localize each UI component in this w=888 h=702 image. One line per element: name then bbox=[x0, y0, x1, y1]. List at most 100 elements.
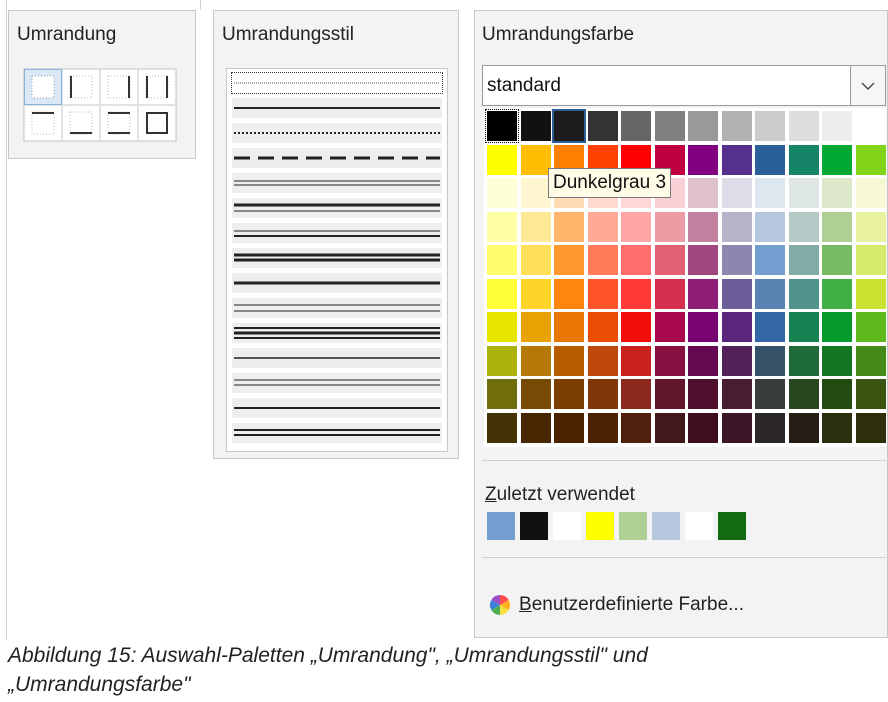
color-swatch[interactable] bbox=[721, 312, 752, 342]
color-swatch[interactable] bbox=[654, 412, 685, 443]
color-swatch[interactable] bbox=[788, 178, 819, 208]
color-swatch[interactable] bbox=[520, 178, 551, 208]
color-swatch[interactable] bbox=[755, 278, 785, 309]
color-swatch[interactable] bbox=[587, 379, 618, 409]
border-preset-left[interactable] bbox=[62, 69, 100, 105]
color-swatch[interactable] bbox=[822, 412, 852, 443]
color-swatch[interactable] bbox=[755, 245, 785, 275]
color-swatch[interactable] bbox=[822, 345, 852, 376]
color-swatch[interactable] bbox=[487, 312, 517, 342]
color-swatch[interactable] bbox=[822, 178, 852, 208]
color-swatch[interactable] bbox=[855, 412, 886, 443]
color-swatch[interactable] bbox=[587, 312, 618, 342]
border-style-option[interactable] bbox=[232, 423, 442, 443]
color-swatch[interactable] bbox=[654, 278, 685, 309]
border-style-option[interactable] bbox=[232, 173, 442, 193]
border-preset-box[interactable] bbox=[138, 105, 176, 141]
recent-color-swatch[interactable] bbox=[520, 512, 548, 540]
color-swatch[interactable] bbox=[721, 412, 752, 443]
color-swatch[interactable] bbox=[554, 278, 584, 309]
color-swatch[interactable] bbox=[721, 379, 752, 409]
color-swatch[interactable] bbox=[855, 245, 886, 275]
color-swatch[interactable] bbox=[822, 379, 852, 409]
color-swatch[interactable] bbox=[554, 245, 584, 275]
color-swatch[interactable] bbox=[755, 211, 785, 242]
border-style-option[interactable] bbox=[232, 123, 442, 143]
color-swatch[interactable] bbox=[520, 111, 551, 141]
color-swatch[interactable] bbox=[688, 312, 718, 342]
color-swatch[interactable] bbox=[485, 109, 519, 143]
color-swatch[interactable] bbox=[721, 245, 752, 275]
color-swatch[interactable] bbox=[688, 278, 718, 309]
color-swatch[interactable] bbox=[755, 111, 785, 141]
color-swatch[interactable] bbox=[621, 278, 651, 309]
color-swatch[interactable] bbox=[788, 245, 819, 275]
border-style-option[interactable] bbox=[232, 148, 442, 168]
color-swatch[interactable] bbox=[520, 245, 551, 275]
color-swatch[interactable] bbox=[487, 211, 517, 242]
color-swatch[interactable] bbox=[755, 345, 785, 376]
color-swatch[interactable] bbox=[688, 345, 718, 376]
color-swatch[interactable] bbox=[621, 245, 651, 275]
color-swatch[interactable] bbox=[755, 178, 785, 208]
color-swatch[interactable] bbox=[621, 379, 651, 409]
color-swatch[interactable] bbox=[788, 379, 819, 409]
color-swatch[interactable] bbox=[822, 278, 852, 309]
color-swatch[interactable] bbox=[520, 278, 551, 309]
color-swatch[interactable] bbox=[788, 345, 819, 376]
color-swatch[interactable] bbox=[654, 312, 685, 342]
border-preset-top[interactable] bbox=[24, 105, 62, 141]
color-swatch[interactable] bbox=[688, 412, 718, 443]
palette-dropdown-button[interactable] bbox=[850, 66, 885, 105]
color-swatch[interactable] bbox=[721, 211, 752, 242]
color-swatch[interactable] bbox=[520, 211, 551, 242]
border-preset-top-bottom[interactable] bbox=[100, 105, 138, 141]
color-swatch[interactable] bbox=[788, 111, 819, 141]
border-preset-right[interactable] bbox=[100, 69, 138, 105]
color-swatch[interactable] bbox=[587, 245, 618, 275]
color-swatch[interactable] bbox=[688, 245, 718, 275]
color-swatch[interactable] bbox=[822, 144, 852, 175]
color-swatch[interactable] bbox=[855, 345, 886, 376]
color-swatch[interactable] bbox=[587, 278, 618, 309]
color-swatch[interactable] bbox=[487, 345, 517, 376]
color-swatch[interactable] bbox=[621, 412, 651, 443]
color-swatch[interactable] bbox=[855, 211, 886, 242]
color-swatch[interactable] bbox=[855, 144, 886, 175]
color-swatch[interactable] bbox=[554, 312, 584, 342]
color-swatch[interactable] bbox=[554, 345, 584, 376]
border-style-option[interactable] bbox=[232, 323, 442, 343]
recent-color-swatch[interactable] bbox=[619, 512, 647, 540]
border-style-option[interactable] bbox=[232, 398, 442, 418]
color-swatch[interactable] bbox=[654, 379, 685, 409]
color-swatch[interactable] bbox=[721, 345, 752, 376]
color-swatch[interactable] bbox=[552, 109, 586, 143]
border-preset-none[interactable] bbox=[24, 69, 62, 105]
color-swatch[interactable] bbox=[520, 379, 551, 409]
color-swatch[interactable] bbox=[855, 278, 886, 309]
border-style-option[interactable] bbox=[232, 298, 442, 318]
color-swatch[interactable] bbox=[587, 211, 618, 242]
color-swatch[interactable] bbox=[822, 211, 852, 242]
color-swatch[interactable] bbox=[788, 412, 819, 443]
color-swatch[interactable] bbox=[554, 379, 584, 409]
color-swatch[interactable] bbox=[755, 379, 785, 409]
color-swatch[interactable] bbox=[788, 278, 819, 309]
color-swatch[interactable] bbox=[487, 412, 517, 443]
color-swatch[interactable] bbox=[755, 144, 785, 175]
color-swatch[interactable] bbox=[855, 178, 886, 208]
color-swatch[interactable] bbox=[487, 245, 517, 275]
border-style-option[interactable] bbox=[232, 98, 442, 118]
color-swatch[interactable] bbox=[822, 245, 852, 275]
color-swatch[interactable] bbox=[554, 211, 584, 242]
recent-color-swatch[interactable] bbox=[685, 512, 713, 540]
color-swatch[interactable] bbox=[688, 144, 718, 175]
palette-select[interactable]: standard bbox=[482, 65, 886, 106]
border-preset-left-right[interactable] bbox=[138, 69, 176, 105]
color-swatch[interactable] bbox=[554, 412, 584, 443]
color-swatch[interactable] bbox=[788, 144, 819, 175]
color-swatch[interactable] bbox=[822, 111, 852, 141]
color-swatch[interactable] bbox=[721, 111, 752, 141]
color-swatch[interactable] bbox=[755, 412, 785, 443]
color-swatch[interactable] bbox=[755, 312, 785, 342]
